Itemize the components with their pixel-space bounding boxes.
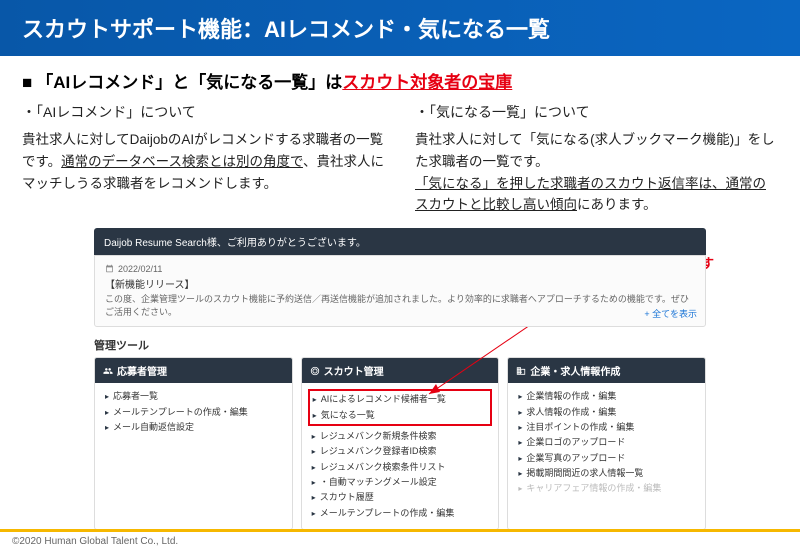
right-column: ・「気になる一覧」について 貴社求人に対して「気になる(求人ブックマーク機能)」…: [415, 101, 778, 216]
slide-content: 「AIレコメンド」と「気になる一覧」はスカウト対象者の宝庫 ・「AIレコメンド」…: [0, 56, 800, 538]
panel-scout-body: AIによるレコメンド候補者一覧 気になる一覧 レジュメバンク新規条件検索 レジュ…: [302, 383, 499, 528]
panel-applicants-body: 応募者一覧 メールテンプレートの作成・編集 メール自動返信設定: [95, 383, 292, 443]
calendar-icon: [105, 264, 114, 273]
list-item[interactable]: 企業写真のアップロード: [518, 451, 695, 466]
panel-company-head: 企業・求人情報作成: [508, 358, 705, 383]
lead-prefix: 「AIレコメンド」と「気になる一覧」は: [22, 73, 342, 92]
list-item[interactable]: 注目ポイントの作成・編集: [518, 420, 695, 435]
news-body: この度、企業管理ツールのスカウト機能に予約送信／再送信機能が追加されました。より…: [105, 293, 695, 318]
people-icon: [103, 366, 113, 376]
lead-highlight: スカウト対象者の宝庫: [342, 73, 512, 92]
list-item[interactable]: 企業情報の作成・編集: [518, 389, 695, 404]
show-all-link[interactable]: + 全てを表示: [644, 307, 697, 320]
left-p1b: 通常のデータベース検索とは別の角度で: [61, 154, 303, 169]
copyright: ©2020 Human Global Talent Co., Ltd.: [12, 536, 178, 547]
list-item[interactable]: 掲載期間間近の求人情報一覧: [518, 466, 695, 481]
news-card: 2022/02/11 【新機能リリース】 この度、企業管理ツールのスカウト機能に…: [94, 255, 706, 328]
right-heading: ・「気になる一覧」について: [415, 101, 778, 123]
app-welcome-bar: Daijob Resume Search様、ご利用ありがとうございます。: [94, 228, 706, 255]
footer: ©2020 Human Global Talent Co., Ltd.: [0, 529, 800, 551]
list-item[interactable]: 応募者一覧: [105, 389, 282, 404]
list-item-ai-recommend[interactable]: AIによるレコメンド候補者一覧: [313, 392, 488, 407]
left-heading: ・「AIレコメンド」について: [22, 101, 385, 123]
slide-title: スカウトサポート機能：AIレコメンド・気になる一覧: [22, 17, 550, 42]
list-item[interactable]: ・自動マッチングメール設定: [312, 475, 489, 490]
building-icon: [516, 366, 526, 376]
list-item[interactable]: スカウト履歴: [312, 490, 489, 505]
panel-scout: スカウト管理 AIによるレコメンド候補者一覧 気になる一覧 レジュメバンク新規条…: [301, 357, 500, 529]
list-item[interactable]: レジュメバンク検索条件リスト: [312, 460, 489, 475]
right-p2b: にあります。: [577, 197, 657, 212]
two-column-text: ・「AIレコメンド」について 貴社求人に対してDaijobのAIがレコメンドする…: [22, 101, 778, 216]
panel-applicants-title: 応募者管理: [117, 363, 167, 378]
screenshot-panel: こちらからご確認頂けます Daijob Resume Search様、ご利用あり…: [94, 228, 706, 530]
panel-applicants-head: 応募者管理: [95, 358, 292, 383]
right-p1: 貴社求人に対して「気になる(求人ブックマーク機能)」をした求職者の一覧です。: [415, 129, 778, 172]
panel-scout-head: スカウト管理: [302, 358, 499, 383]
list-item[interactable]: メールテンプレートの作成・編集: [105, 405, 282, 420]
list-item-kininaru[interactable]: 気になる一覧: [313, 408, 488, 423]
scout-highlight-box: AIによるレコメンド候補者一覧 気になる一覧: [308, 389, 493, 426]
list-item[interactable]: レジュメバンク登録者ID検索: [312, 444, 489, 459]
panel-scout-title: スカウト管理: [324, 363, 384, 378]
management-section-title: 管理ツール: [94, 337, 706, 353]
lead-line: 「AIレコメンド」と「気になる一覧」はスカウト対象者の宝庫: [22, 68, 778, 93]
panels-row: 応募者管理 応募者一覧 メールテンプレートの作成・編集 メール自動返信設定 スカ…: [94, 357, 706, 529]
list-item[interactable]: 求人情報の作成・編集: [518, 405, 695, 420]
panel-company-body: 企業情報の作成・編集 求人情報の作成・編集 注目ポイントの作成・編集 企業ロゴの…: [508, 383, 705, 504]
list-item[interactable]: メールテンプレートの作成・編集: [312, 506, 489, 521]
list-item[interactable]: レジュメバンク新規条件検索: [312, 429, 489, 444]
panel-applicants: 応募者管理 応募者一覧 メールテンプレートの作成・編集 メール自動返信設定: [94, 357, 293, 529]
list-item-disabled: キャリアフェア情報の作成・編集: [518, 481, 695, 496]
list-item[interactable]: 企業ロゴのアップロード: [518, 435, 695, 450]
list-item[interactable]: メール自動返信設定: [105, 420, 282, 435]
news-date-row: 2022/02/11: [105, 264, 162, 274]
panel-company-title: 企業・求人情報作成: [530, 363, 620, 378]
left-column: ・「AIレコメンド」について 貴社求人に対してDaijobのAIがレコメンドする…: [22, 101, 385, 216]
app-welcome-text: Daijob Resume Search様、ご利用ありがとうございます。: [104, 238, 366, 249]
news-title: 【新機能リリース】: [105, 276, 695, 291]
slide-header: スカウトサポート機能：AIレコメンド・気になる一覧: [0, 0, 800, 56]
news-date: 2022/02/11: [118, 264, 162, 274]
panel-company: 企業・求人情報作成 企業情報の作成・編集 求人情報の作成・編集 注目ポイントの作…: [507, 357, 706, 529]
target-icon: [310, 366, 320, 376]
